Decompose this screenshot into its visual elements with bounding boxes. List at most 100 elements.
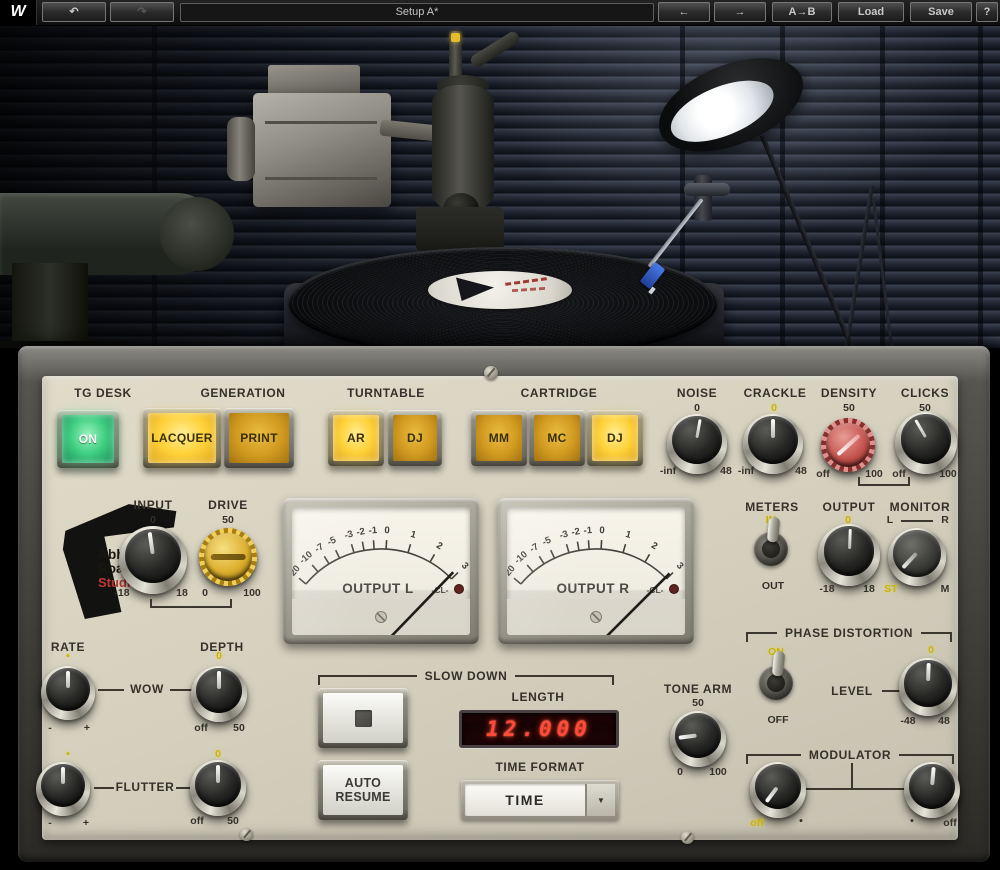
cartridge-label: CARTRIDGE <box>484 386 634 400</box>
waves-logo-icon[interactable]: W <box>0 0 37 25</box>
phase-distortion-bracket: PHASE DISTORTION <box>746 626 952 642</box>
save-button[interactable]: Save <box>910 2 972 22</box>
input-knob[interactable] <box>119 526 187 594</box>
tone-arm-top-label: 50 <box>674 697 722 709</box>
screw <box>681 831 694 844</box>
abbey-road-vinyl-plugin: W ↶ ↷ Setup A* ← → A→B Load Save ? <box>0 0 1000 870</box>
turntable-dj-button[interactable]: DJ <box>388 410 442 466</box>
output-knob-pointer <box>823 526 876 577</box>
tone-arm-knob-pointer <box>673 710 723 761</box>
clicks-knob[interactable] <box>895 412 957 474</box>
time-format-dropdown[interactable]: TIME ▼ <box>461 780 619 820</box>
tone-arm-max-label: 100 <box>694 766 742 778</box>
level-knob-pointer <box>903 659 952 707</box>
svg-text:-7: -7 <box>528 541 541 555</box>
turntable-label: TURNTABLE <box>311 386 461 400</box>
input-top-label: 0 <box>129 514 177 526</box>
svg-text:1: 1 <box>409 529 418 541</box>
svg-text:-3: -3 <box>343 529 354 542</box>
svg-text:-7: -7 <box>313 541 326 555</box>
slow-down-label: SLOW DOWN <box>417 669 516 683</box>
cartridge-mm-button[interactable]: MM <box>471 410 527 466</box>
rate-top-marker: • <box>44 650 92 662</box>
dropdown-arrow-icon[interactable]: ▼ <box>585 784 615 816</box>
load-button[interactable]: Load <box>838 2 904 22</box>
svg-text:-10: -10 <box>512 549 530 566</box>
tone-arm-label: TONE ARM <box>623 682 773 696</box>
modulator-right-knob[interactable] <box>904 762 960 818</box>
drive-knob-pointer <box>204 533 253 582</box>
ab-compare-button[interactable]: A→B <box>772 2 832 22</box>
monitor-knob[interactable] <box>888 528 946 586</box>
svg-text:-2: -2 <box>571 526 581 538</box>
drive-knob[interactable] <box>199 528 257 586</box>
wow-depth-knob-pointer <box>196 668 242 713</box>
meters-out-label: OUT <box>749 580 797 592</box>
density-top-label: 50 <box>825 402 873 414</box>
monitor-m-label: M <box>921 583 969 595</box>
phase-off-label: OFF <box>754 714 802 726</box>
svg-text:-5: -5 <box>541 534 554 548</box>
svg-text:-5: -5 <box>326 534 339 548</box>
drive-max-label: 100 <box>228 587 276 599</box>
auto-resume-button[interactable]: AUTO RESUME <box>318 760 408 820</box>
monitor-st-label: ST <box>867 583 915 595</box>
svg-text:-20: -20 <box>507 563 518 581</box>
crackle-knob-pointer <box>748 416 797 464</box>
generation-lacquer-button[interactable]: LACQUER <box>143 408 221 468</box>
plugin-toolbar: W ↶ ↷ Setup A* ← → A→B Load Save ? <box>0 0 1000 26</box>
svg-text:-10: -10 <box>297 549 315 566</box>
next-preset-button[interactable]: → <box>714 2 766 22</box>
meters-toggle[interactable] <box>754 532 788 566</box>
density-min-label: off <box>799 468 847 480</box>
modulator-left-off-label: off <box>733 817 781 829</box>
meters-toggle-lever <box>752 530 789 567</box>
output-meter-left: -20 -10 -7 -5 -3 -2 -1 0 1 2 3 OUTPUT L … <box>283 498 479 644</box>
generation-print-button[interactable]: PRINT <box>224 408 294 468</box>
preset-field[interactable]: Setup A* <box>180 3 654 22</box>
output-knob[interactable] <box>818 524 880 586</box>
level-line <box>882 690 900 692</box>
svg-text:-3: -3 <box>558 529 569 542</box>
depth-max-label: 50 <box>215 722 263 734</box>
drive-min-label: 0 <box>181 587 229 599</box>
tone-arm-knob[interactable] <box>670 711 726 767</box>
cartridge-mc-button[interactable]: MC <box>529 410 585 466</box>
modulator-left-knob-pointer <box>746 755 810 818</box>
redo-button[interactable]: ↷ <box>110 2 174 22</box>
modulator-right-knob-pointer <box>907 762 957 811</box>
rate-max-label: + <box>63 722 111 734</box>
level-top-label: 0 <box>907 644 955 656</box>
tg-desk-on-button[interactable]: ON <box>57 410 119 468</box>
help-button[interactable]: ? <box>976 2 998 22</box>
length-display: 12.000 <box>459 710 619 748</box>
modulator-right-off-label: off <box>926 817 974 829</box>
svg-text:2: 2 <box>434 540 444 552</box>
density-knob-pointer <box>817 414 880 477</box>
cartridge-dj-button[interactable]: DJ <box>587 410 643 466</box>
prev-preset-button[interactable]: ← <box>658 2 710 22</box>
svg-text:-1: -1 <box>368 525 378 537</box>
svg-text:0: 0 <box>599 525 605 536</box>
undo-button[interactable]: ↶ <box>42 2 106 22</box>
turntable-ar-button[interactable]: AR <box>328 410 384 466</box>
level-knob[interactable] <box>899 658 957 716</box>
input-drive-bracket <box>150 599 232 608</box>
slow-down-stop-button[interactable] <box>318 688 408 748</box>
flutter-depth-knob-pointer <box>195 762 241 807</box>
drive-top-label: 50 <box>204 514 252 526</box>
modulator-label: MODULATOR <box>801 748 899 762</box>
svg-text:0: 0 <box>384 525 390 536</box>
clip-led <box>670 585 679 594</box>
meter-title-right: OUTPUT R <box>557 581 630 596</box>
wow-depth-knob[interactable] <box>191 666 247 722</box>
density-knob[interactable] <box>821 418 875 472</box>
modulator-left-dot: • <box>777 815 825 827</box>
clicks-max-label: 100 <box>924 468 972 480</box>
clip-led <box>455 585 464 594</box>
flutter-depth-knob[interactable] <box>190 760 246 816</box>
output-min-label: -18 <box>803 583 851 595</box>
level-max-label: 48 <box>920 715 968 727</box>
modulator-left-knob[interactable] <box>750 762 806 818</box>
drive-label: DRIVE <box>153 498 303 512</box>
